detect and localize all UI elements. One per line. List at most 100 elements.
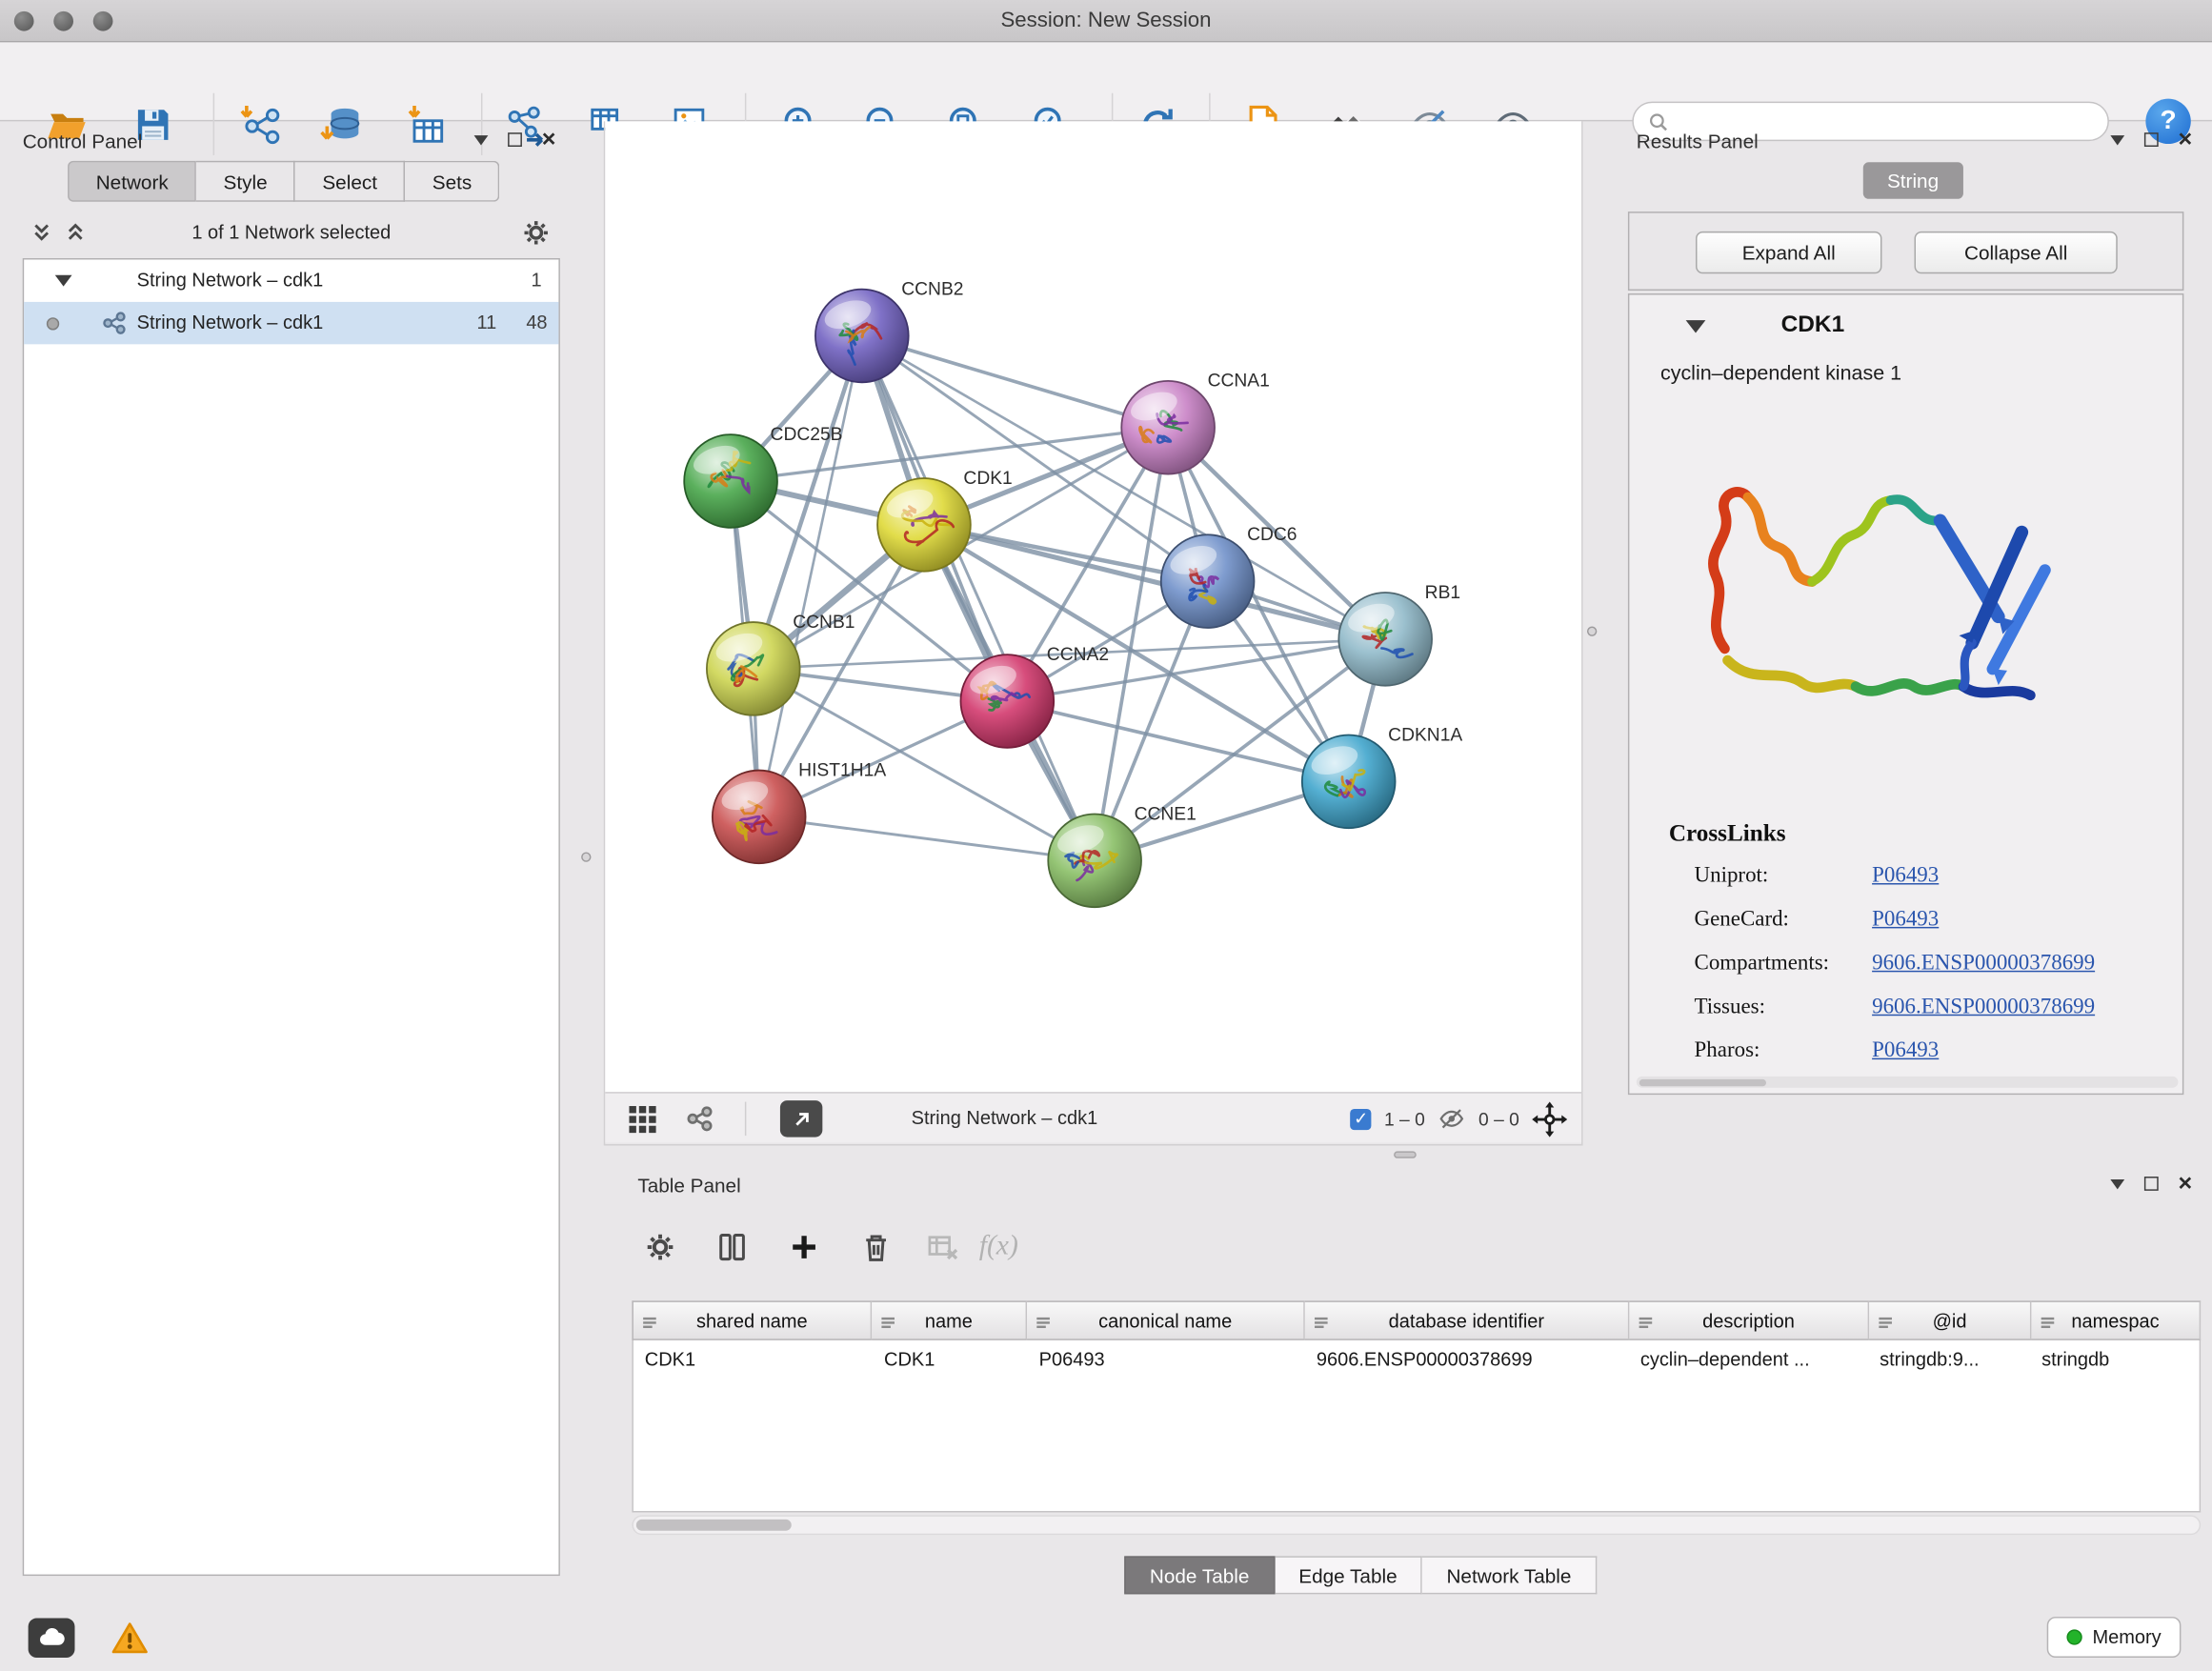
column-header-database-identifier[interactable]: database identifier — [1305, 1300, 1630, 1339]
network-node-count: 11 — [477, 312, 497, 332]
network-edge[interactable] — [1007, 701, 1348, 781]
table-cell: cyclin–dependent ... — [1629, 1340, 1868, 1379]
warning-icon — [111, 1619, 150, 1658]
panel-float-icon[interactable] — [2144, 1177, 2159, 1191]
network-list: String Network – cdk1 1 String Network –… — [23, 258, 560, 1576]
network-node-ccna2[interactable]: CCNA2 — [960, 645, 1109, 748]
panel-resize-handle[interactable] — [581, 852, 591, 861]
network-node-ccnb2[interactable]: CCNB2 — [815, 279, 964, 382]
table-scrollbar-thumb[interactable] — [636, 1520, 792, 1531]
crosslinks-heading: CrossLinks — [1669, 819, 1786, 848]
tab-sets[interactable]: Sets — [406, 161, 500, 202]
column-sort-icon — [1638, 1314, 1653, 1329]
gear-icon[interactable] — [520, 217, 552, 249]
tab-edge-table[interactable]: Edge Table — [1275, 1556, 1422, 1594]
crosslinks-list: Uniprot:P06493GeneCard:P06493Compartment… — [1629, 856, 2184, 1076]
node-label: CCNB2 — [901, 279, 963, 299]
network-node-cdc25b[interactable]: CDC25B — [684, 425, 842, 528]
crosslink-row: Pharos:P06493 — [1629, 1032, 2184, 1076]
network-node-rb1[interactable]: RB1 — [1338, 583, 1460, 686]
cloud-status-button[interactable] — [29, 1619, 75, 1658]
tab-style[interactable]: Style — [196, 161, 295, 202]
tab-select[interactable]: Select — [295, 161, 405, 202]
window-title: Session: New Session — [0, 9, 2212, 32]
results-panel-title: Results Panel — [1637, 130, 1759, 152]
crosslink-link[interactable]: 9606.ENSP00000378699 — [1872, 951, 2095, 976]
network-edge-count: 48 — [526, 312, 547, 332]
section-collapse-icon[interactable] — [1686, 320, 1706, 332]
network-label: String Network – cdk1 — [137, 312, 324, 332]
column-header-namespac[interactable]: namespac — [2031, 1300, 2201, 1339]
grid-view-icon[interactable] — [628, 1105, 657, 1135]
column-sort-icon — [1878, 1314, 1893, 1329]
network-graph[interactable]: CCNB2CCNA1CDC25BCDK1CDC6RB1CCNB1CCNA2CDK… — [605, 121, 1581, 1092]
network-edge[interactable] — [862, 335, 1095, 860]
column-header-description[interactable]: description — [1629, 1300, 1869, 1339]
table-cell: 9606.ENSP00000378699 — [1305, 1340, 1629, 1379]
columns-icon — [715, 1230, 750, 1264]
column-header-shared-name[interactable]: shared name — [632, 1300, 872, 1339]
expand-all-button[interactable]: Expand All — [1696, 232, 1881, 273]
panel-menu-icon[interactable] — [2110, 1178, 2124, 1188]
panel-resize-handle[interactable] — [1587, 627, 1597, 636]
fit-crosshair-icon[interactable] — [1532, 1101, 1567, 1137]
delete-column-button[interactable] — [859, 1230, 896, 1267]
network-node-cdk1[interactable]: CDK1 — [877, 469, 1013, 572]
open-in-new-window-button[interactable] — [780, 1100, 822, 1137]
plus-icon — [787, 1230, 821, 1264]
network-share-icon[interactable] — [686, 1105, 714, 1134]
tab-network[interactable]: Network — [68, 161, 196, 202]
network-edge[interactable] — [862, 335, 1168, 427]
panel-float-icon[interactable] — [508, 132, 522, 147]
column-header-name[interactable]: name — [872, 1300, 1027, 1339]
network-edge[interactable] — [759, 816, 1095, 860]
selected-checkbox-icon[interactable]: ✓ — [1350, 1108, 1371, 1129]
panel-float-icon[interactable] — [2144, 132, 2159, 147]
main-toolbar: ? — [0, 42, 2212, 121]
network-collection-row[interactable]: String Network – cdk1 1 — [24, 259, 558, 301]
column-header--id[interactable]: @id — [1869, 1300, 2031, 1339]
results-scrollbar-thumb[interactable] — [1639, 1078, 1766, 1085]
table-settings-button[interactable] — [643, 1230, 680, 1267]
network-node-hist1h1a[interactable]: HIST1H1A — [713, 760, 886, 863]
panel-close-icon[interactable]: × — [542, 131, 556, 149]
network-canvas[interactable]: CCNB2CCNA1CDC25BCDK1CDC6RB1CCNB1CCNA2CDK… — [605, 121, 1581, 1092]
panel-resize-handle[interactable] — [1394, 1151, 1417, 1158]
panel-menu-icon[interactable] — [2110, 134, 2124, 144]
network-view: CCNB2CCNA1CDC25BCDK1CDC6RB1CCNB1CCNA2CDK… — [604, 121, 1583, 1145]
table-horizontal-scrollbar[interactable] — [632, 1515, 2201, 1535]
network-node-cdkn1a[interactable]: CDKN1A — [1302, 725, 1463, 828]
current-network-indicator — [47, 317, 59, 330]
add-column-button[interactable] — [787, 1230, 824, 1267]
crosslink-link[interactable]: 9606.ENSP00000378699 — [1872, 995, 2095, 1020]
network-node-ccna1[interactable]: CCNA1 — [1121, 372, 1270, 474]
crosslink-link[interactable]: P06493 — [1872, 1038, 1939, 1064]
collection-network-count: 1 — [532, 270, 542, 291]
crosslink-label: Uniprot: — [1695, 863, 1769, 889]
network-row[interactable]: String Network – cdk1 11 48 — [24, 302, 558, 344]
tab-node-table[interactable]: Node Table — [1124, 1556, 1275, 1594]
column-header-canonical-name[interactable]: canonical name — [1027, 1300, 1305, 1339]
table-row[interactable]: CDK1CDK1P064939606.ENSP00000378699cyclin… — [633, 1340, 2200, 1379]
crosslink-link[interactable]: P06493 — [1872, 907, 1939, 933]
collection-label: String Network – cdk1 — [137, 270, 324, 291]
crosslink-link[interactable]: P06493 — [1872, 863, 1939, 889]
control-panel: Control Panel × Network Style Select Set… — [11, 121, 564, 1594]
warnings-button[interactable] — [111, 1619, 150, 1658]
table-cell: CDK1 — [873, 1340, 1028, 1379]
tab-network-table[interactable]: Network Table — [1422, 1556, 1597, 1594]
collapse-all-button[interactable]: Collapse All — [1915, 232, 2118, 273]
show-columns-button[interactable] — [715, 1230, 753, 1267]
table-cell: stringdb — [2030, 1340, 2199, 1379]
panel-close-icon[interactable]: × — [2179, 131, 2193, 149]
network-edge[interactable] — [759, 335, 862, 816]
collection-expand-icon[interactable] — [55, 275, 72, 287]
memory-button[interactable]: Memory — [2047, 1617, 2181, 1658]
column-sort-icon — [1314, 1314, 1329, 1329]
node-label: CCNA1 — [1208, 372, 1270, 392]
string-results-tab[interactable]: String — [1863, 162, 1963, 199]
panel-close-icon[interactable]: × — [2179, 1176, 2193, 1193]
panel-menu-icon[interactable] — [474, 134, 489, 144]
node-label: HIST1H1A — [798, 760, 886, 780]
results-scrollbar[interactable] — [1637, 1077, 2179, 1088]
